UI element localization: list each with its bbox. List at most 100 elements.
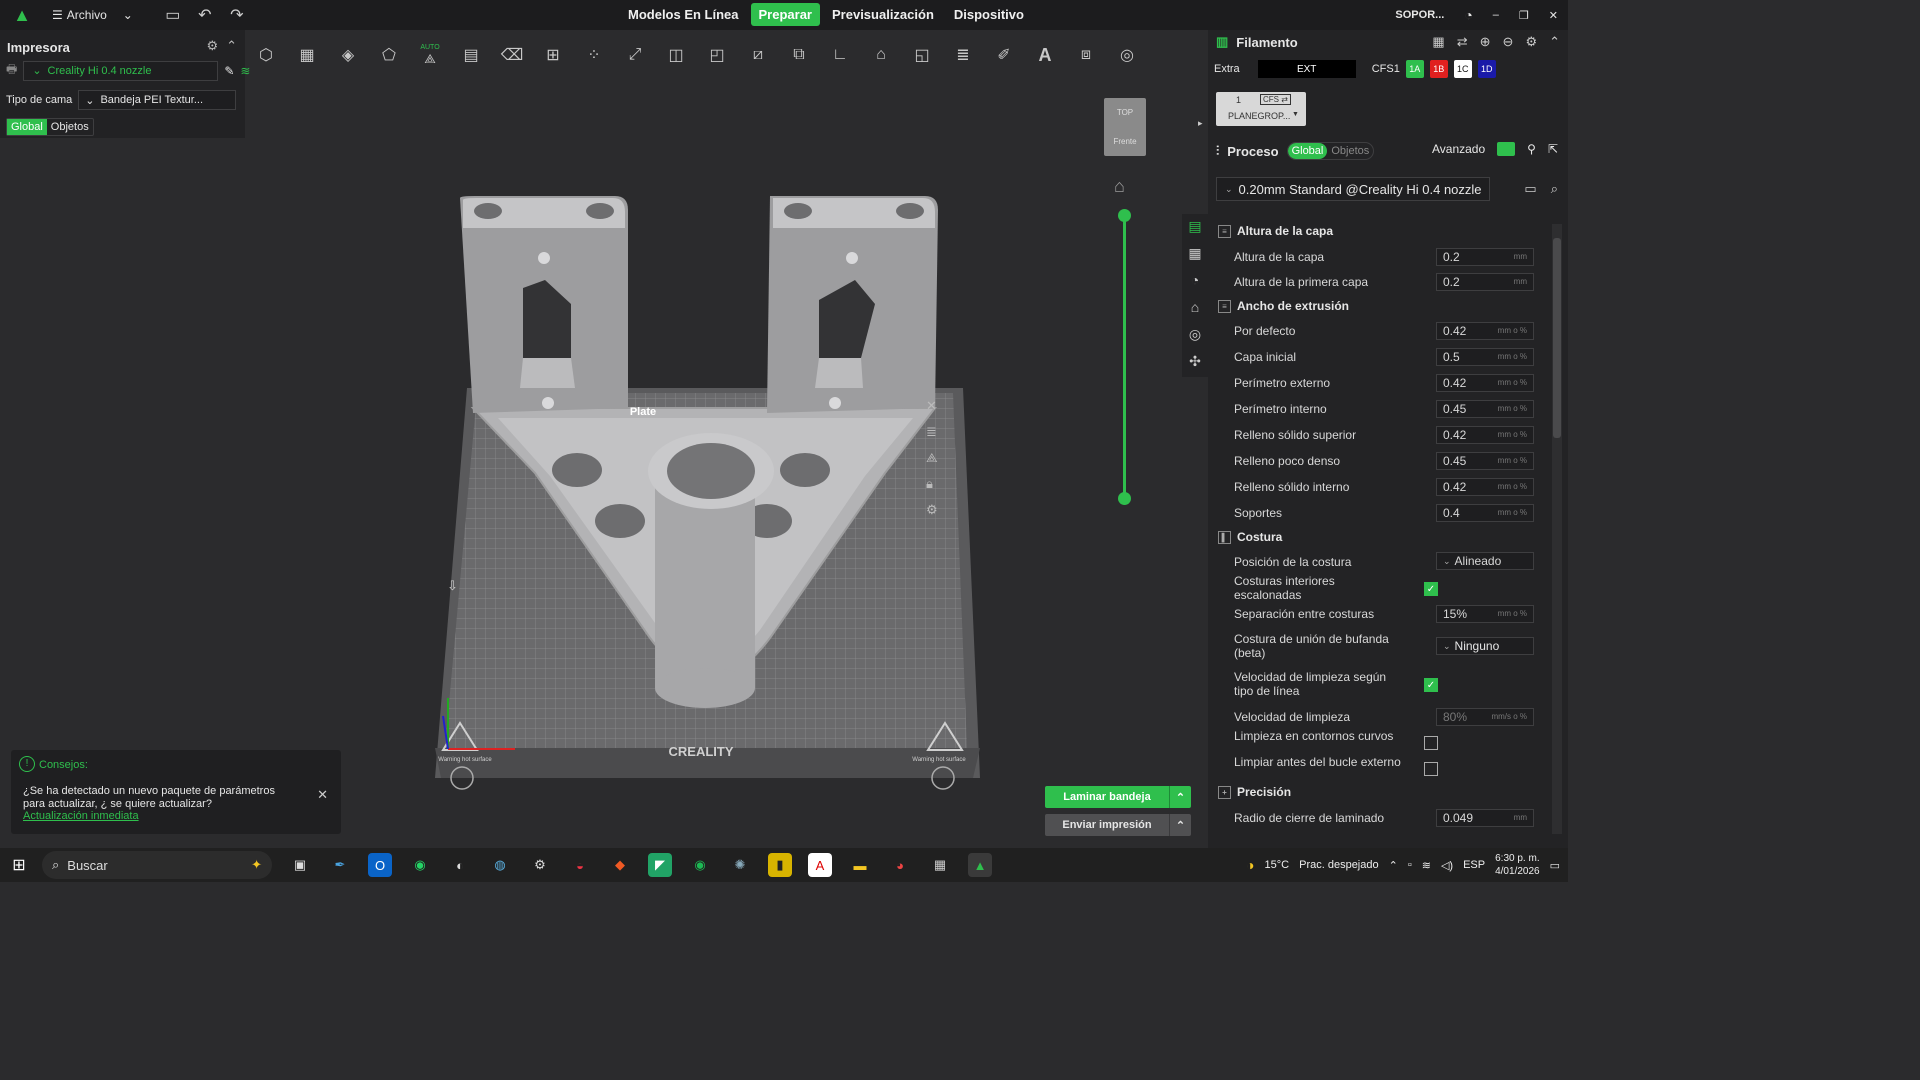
sync-icon[interactable]: ⇄ bbox=[1457, 34, 1468, 50]
chevron-up-icon[interactable]: ⌃ bbox=[1169, 786, 1191, 808]
whatsapp-icon[interactable]: ◉ bbox=[408, 853, 432, 877]
hollow-icon[interactable]: ◰ bbox=[701, 39, 733, 71]
assembly-view-icon[interactable]: ⧈ bbox=[1070, 39, 1102, 71]
spotify-icon[interactable]: ◉ bbox=[688, 853, 712, 877]
close-plate-icon[interactable]: ✕ bbox=[926, 398, 938, 414]
printer-settings-gear-icon[interactable]: ⚙ bbox=[206, 38, 218, 54]
section-extrusion-width[interactable]: ≡ Ancho de extrusión bbox=[1218, 299, 1349, 313]
erase-icon[interactable]: ⌫ bbox=[496, 39, 528, 71]
width-sparse-input[interactable]: 0.45 mm o % bbox=[1436, 452, 1534, 470]
tab-process-objects[interactable]: Objetos bbox=[1327, 143, 1373, 159]
speed-tab-icon[interactable]: ◔ bbox=[1182, 272, 1208, 292]
support-tab-icon[interactable]: ⌂ bbox=[1182, 299, 1208, 319]
width-initial-input[interactable]: 0.5 mm o % bbox=[1436, 348, 1534, 366]
lock-icon[interactable]: 🔒︎ bbox=[926, 476, 938, 492]
scarf-seam-select[interactable]: Ninguno bbox=[1436, 637, 1534, 655]
minimize-icon[interactable]: – bbox=[1483, 9, 1509, 21]
chrome-icon[interactable]: ◕ bbox=[888, 853, 912, 877]
wipe-curved-checkbox[interactable] bbox=[1424, 736, 1438, 750]
tab-preview[interactable]: Previsualización bbox=[824, 3, 942, 26]
3d-viewport[interactable]: CREALITY Warning hot surface Warning hot… bbox=[245, 78, 1205, 848]
width-internal-input[interactable]: 0.42 mm o % bbox=[1436, 478, 1534, 496]
home-view-icon[interactable]: ⌂ bbox=[1114, 176, 1125, 197]
section-precision[interactable]: + Precisión bbox=[1218, 785, 1291, 799]
acrobat-icon[interactable]: A bbox=[808, 853, 832, 877]
cfs-chip-1c[interactable]: 1C bbox=[1453, 60, 1472, 78]
close-icon[interactable]: ✕ bbox=[1539, 9, 1568, 22]
tab-process-global[interactable]: Global bbox=[1287, 143, 1328, 159]
layer-slider-bottom-handle[interactable] bbox=[1118, 492, 1131, 505]
bed-type-select[interactable]: ⌄ Bandeja PEI Textur... bbox=[78, 90, 237, 110]
slice-closing-input[interactable]: 0.049 mm bbox=[1436, 809, 1534, 827]
calculator-icon[interactable]: ▦ bbox=[928, 853, 952, 877]
share-icon[interactable]: ⇱ bbox=[1548, 142, 1558, 156]
add-plate-icon[interactable]: ▦ bbox=[291, 39, 323, 71]
save-icon[interactable]: ▭ bbox=[157, 0, 189, 30]
add-filament-icon[interactable]: ⊕ bbox=[1480, 34, 1491, 50]
text-tool-icon[interactable]: A bbox=[1029, 39, 1061, 71]
app-icon-green[interactable]: ◤ bbox=[648, 853, 672, 877]
layer-slider[interactable] bbox=[1118, 209, 1131, 505]
filament-settings-gear-icon[interactable]: ⚙ bbox=[1525, 34, 1537, 50]
tab-online-models[interactable]: Modelos En Línea bbox=[620, 3, 747, 26]
brave-icon[interactable]: ◆ bbox=[608, 853, 632, 877]
seam-position-select[interactable]: Alineado bbox=[1436, 552, 1534, 570]
creality-print-icon[interactable]: ▲ bbox=[968, 853, 992, 877]
tray-app-icon[interactable]: ▫ bbox=[1408, 859, 1412, 871]
others-tab-icon[interactable]: ◎ bbox=[1182, 326, 1208, 346]
update-now-link[interactable]: Actualización inmediata bbox=[23, 810, 139, 822]
tab-device[interactable]: Dispositivo bbox=[946, 3, 1032, 26]
advanced-toggle[interactable] bbox=[1497, 142, 1516, 156]
settings-scrollbar[interactable] bbox=[1552, 224, 1562, 834]
tray-expand-icon[interactable]: ⌃ bbox=[1389, 859, 1398, 872]
file-menu-button[interactable]: ☰ Archivo ⌄ bbox=[44, 8, 141, 22]
app-icon-pen[interactable]: ✒ bbox=[328, 853, 352, 877]
process-preset-select[interactable]: ⌄ 0.20mm Standard @Creality Hi 0.4 nozzl… bbox=[1216, 177, 1490, 201]
weather-desc[interactable]: Prac. despejado bbox=[1299, 859, 1379, 871]
support-icon[interactable]: ◔ bbox=[1454, 7, 1482, 23]
app-icon-bug[interactable]: ✺ bbox=[728, 853, 752, 877]
width-outer-input[interactable]: 0.42 mm o % bbox=[1436, 374, 1534, 392]
send-print-button[interactable]: Enviar impresión ⌃ bbox=[1045, 814, 1191, 836]
first-layer-input[interactable]: 0.2 mm bbox=[1436, 273, 1534, 291]
arrange-icon[interactable]: ▤ bbox=[455, 39, 487, 71]
seam-paint-icon[interactable]: ◱ bbox=[906, 39, 938, 71]
settings-gear-icon[interactable]: ⚙ bbox=[528, 853, 552, 877]
redo-icon[interactable]: ↷ bbox=[221, 0, 253, 30]
section-layer-height[interactable]: ≡ Altura de la capa bbox=[1218, 224, 1333, 238]
auto-orient-icon[interactable]: AUTO ⟁ bbox=[414, 39, 446, 71]
windows-start-icon[interactable]: ⊞ bbox=[0, 855, 38, 875]
weather-temp[interactable]: 15°C bbox=[1265, 859, 1290, 871]
rotate-tool-icon[interactable]: ⬠ bbox=[373, 39, 405, 71]
section-seam[interactable]: ▌ Costura bbox=[1218, 530, 1282, 544]
chevron-up-icon[interactable]: ⌃ bbox=[1169, 814, 1191, 836]
close-icon[interactable]: ✕ bbox=[317, 787, 328, 803]
support-paint-icon[interactable]: ⌂ bbox=[865, 39, 897, 71]
compare-icon[interactable]: ⚲ bbox=[1527, 142, 1536, 156]
scatter-icon[interactable]: ⁘ bbox=[578, 39, 610, 71]
measure-icon[interactable]: ∟ bbox=[824, 39, 856, 71]
tab-global[interactable]: Global bbox=[7, 119, 47, 135]
wifi-icon[interactable]: ≋ bbox=[240, 64, 250, 78]
add-object-icon[interactable]: ⬡ bbox=[250, 39, 282, 71]
staggered-seams-checkbox[interactable]: ✓ bbox=[1424, 582, 1438, 596]
volume-icon[interactable]: ◁) bbox=[1441, 859, 1453, 872]
tab-objects[interactable]: Objetos bbox=[47, 119, 93, 135]
outlook-icon[interactable]: O bbox=[368, 853, 392, 877]
cube-icon[interactable]: ◫ bbox=[660, 39, 692, 71]
strength-tab-icon[interactable]: ▦ bbox=[1182, 245, 1208, 265]
clock[interactable]: 6:30 p. m. 4/01/2026 bbox=[1495, 852, 1540, 878]
plate-list-icon[interactable]: ≣ bbox=[926, 424, 938, 440]
quality-tab-icon[interactable]: ▤ bbox=[1182, 218, 1208, 238]
multimaterial-tab-icon[interactable]: ✣ bbox=[1182, 353, 1208, 373]
language-indicator[interactable]: ESP bbox=[1463, 859, 1485, 871]
boolean-icon[interactable]: ⧉ bbox=[783, 39, 815, 71]
filament-library-icon[interactable]: ▦ bbox=[1432, 34, 1444, 50]
layer-height-input[interactable]: 0.2 mm bbox=[1436, 248, 1534, 266]
collapse-icon[interactable]: ⌃ bbox=[226, 38, 237, 54]
collapse-panel-icon[interactable]: ▸ bbox=[1198, 118, 1203, 129]
maximize-icon[interactable]: ❐ bbox=[1509, 9, 1539, 22]
slice-plate-button[interactable]: Laminar bandeja ⌃ bbox=[1045, 786, 1191, 808]
wipe-speed-input[interactable]: 80% mm/s o % bbox=[1436, 708, 1534, 726]
cut-icon[interactable]: ⧄ bbox=[742, 39, 774, 71]
